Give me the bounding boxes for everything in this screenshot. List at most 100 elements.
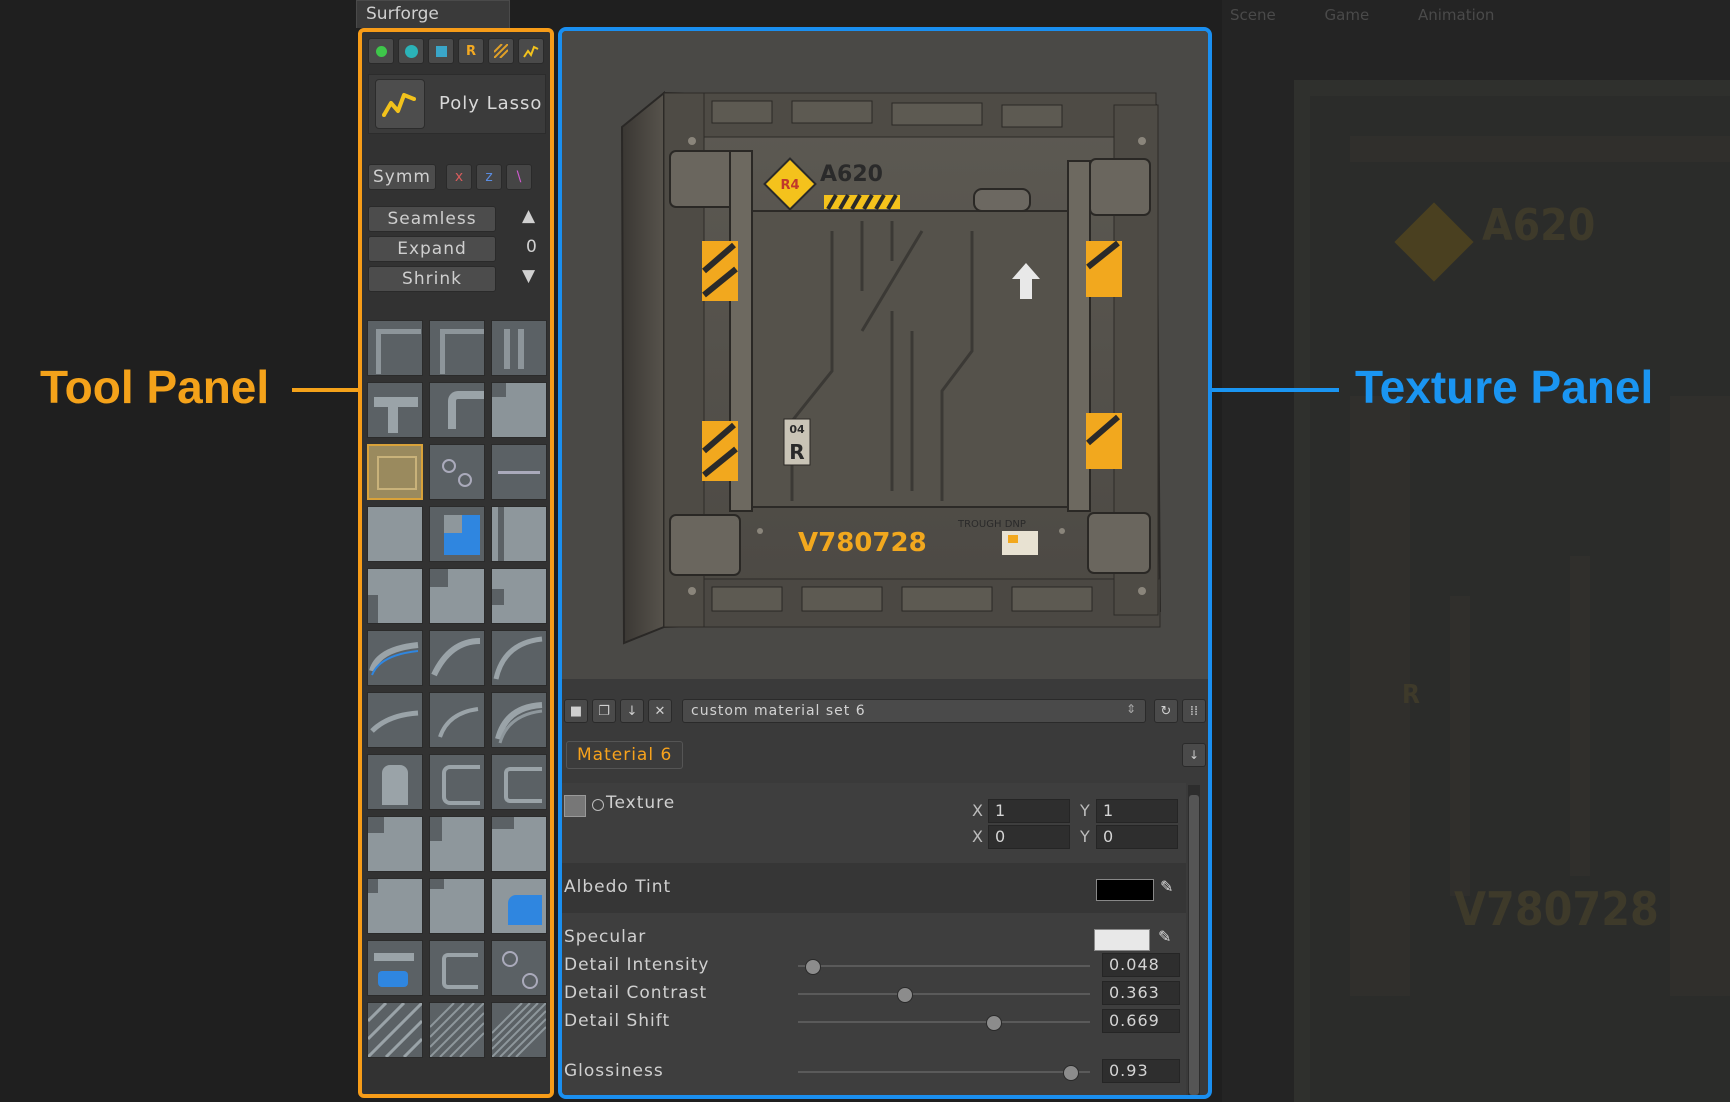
offset-y-label: Y — [1080, 827, 1090, 846]
shape-tile-curve-c[interactable] — [491, 630, 547, 686]
shape-tile-curve-d[interactable] — [367, 692, 423, 748]
shape-tile-bolts[interactable] — [429, 444, 485, 500]
shape-tile-plate-blue-inset[interactable] — [491, 878, 547, 934]
delete-material-icon[interactable]: ✕ — [648, 699, 672, 723]
shape-tile-corner-outer[interactable] — [429, 320, 485, 376]
shape-tile-hatch-a[interactable] — [367, 1002, 423, 1058]
shrink-button[interactable]: Shrink — [368, 266, 496, 292]
shape-tile-blue-pipe[interactable] — [367, 940, 423, 996]
download-material-icon[interactable]: ↓ — [620, 699, 644, 723]
texture-picker-icon[interactable] — [592, 799, 604, 811]
shape-tile-curve-e[interactable] — [429, 692, 485, 748]
current-tool-header: Poly Lasso — [368, 74, 546, 134]
shape-tile-cylinder[interactable] — [367, 754, 423, 810]
duplicate-material-icon[interactable]: ❐ — [592, 699, 616, 723]
material-set-select[interactable]: custom material set 6 ⇕ — [682, 699, 1146, 723]
slider-track-detail-contrast[interactable] — [798, 987, 1090, 1003]
surforge-window-tab[interactable]: Surforge — [356, 0, 510, 28]
background-tabs: Scene Game Animation — [1230, 6, 1730, 24]
background-crate-serial: V780728 — [1454, 882, 1659, 936]
shape-tile-selected-panel[interactable] — [367, 444, 423, 500]
shape-tile-plate-bevel-c[interactable] — [491, 816, 547, 872]
tiling-x-field[interactable]: 1 — [988, 799, 1070, 823]
properties-scrollbar[interactable] — [1188, 785, 1200, 1095]
shape-tile-pipe-bend[interactable] — [367, 382, 423, 438]
shape-tile-plate-bevel-b[interactable] — [429, 816, 485, 872]
properties-scroll-thumb[interactable] — [1189, 795, 1199, 1095]
new-material-icon[interactable]: ■ — [564, 699, 588, 723]
shape-tile-blue-channel[interactable] — [429, 506, 485, 562]
shape-tile-double-edge[interactable] — [491, 320, 547, 376]
slider-value-glossiness[interactable]: 0.93 — [1102, 1059, 1180, 1083]
texture-slot-thumbnail[interactable] — [564, 795, 586, 817]
shape-tile-curve-a[interactable] — [367, 630, 423, 686]
hatch-icon[interactable] — [488, 38, 514, 64]
slider-label-detail-shift: Detail Shift — [564, 1011, 671, 1031]
shape-tile-flat-plate[interactable] — [367, 506, 423, 562]
symmetry-button[interactable]: Symm — [368, 164, 436, 190]
shape-tile-bracket-a[interactable] — [429, 754, 485, 810]
shape-tile-curve-b[interactable] — [429, 630, 485, 686]
slider-track-detail-intensity[interactable] — [798, 959, 1090, 975]
shape-tile-pipe-elbow[interactable] — [429, 382, 485, 438]
slider-knob-detail-intensity[interactable] — [805, 959, 822, 975]
slider-value-detail-contrast[interactable]: 0.363 — [1102, 981, 1180, 1005]
albedo-tint-label: Albedo Tint — [564, 877, 672, 897]
texture-preview-viewport[interactable]: R4 A620 04 R V780728 TROUGH DNP — [562, 31, 1208, 679]
crate-sticker-label: TROUGH DNP — [957, 519, 1026, 530]
material-properties: Texture X 1 Y 1 X 0 Y 0 Albedo Tint ✎ Sp… — [562, 783, 1186, 1095]
slider-track-detail-shift[interactable] — [798, 1015, 1090, 1031]
offset-x-field[interactable]: 0 — [988, 825, 1070, 849]
shape-tile-plate-cut[interactable] — [429, 568, 485, 624]
cube-icon[interactable] — [428, 38, 454, 64]
shape-tile-plate-slot[interactable] — [491, 568, 547, 624]
symmetry-z-button[interactable]: z — [476, 164, 502, 190]
shape-tile-panel-notch[interactable] — [491, 382, 547, 438]
shape-tile-bracket-b[interactable] — [491, 754, 547, 810]
specular-eyedropper-icon[interactable]: ✎ — [1158, 927, 1180, 949]
offset-y-field[interactable]: 0 — [1096, 825, 1178, 849]
shape-tile-plate-bevel-e[interactable] — [429, 878, 485, 934]
seamless-button[interactable]: Seamless — [368, 206, 496, 232]
tiling-y-field[interactable]: 1 — [1096, 799, 1178, 823]
refresh-icon[interactable]: ↻ — [1154, 699, 1178, 723]
material-download-icon[interactable]: ↓ — [1182, 743, 1206, 767]
symmetry-diagonal-button[interactable]: \ — [506, 164, 532, 190]
shape-tile-plate-edge[interactable] — [491, 506, 547, 562]
shape-tile-plate-bevel-a[interactable] — [367, 816, 423, 872]
material-tab[interactable]: Material 6 — [566, 741, 684, 769]
expand-value: 0 — [526, 237, 537, 257]
slider-knob-detail-contrast[interactable] — [896, 987, 913, 1003]
shape-tile-corner-inner[interactable] — [367, 320, 423, 376]
shape-tile-hatch-c[interactable] — [491, 1002, 547, 1058]
shape-tile-hatch-b[interactable] — [429, 1002, 485, 1058]
select-chevron-icon: ⇕ — [1125, 702, 1137, 716]
slider-value-detail-shift[interactable]: 0.669 — [1102, 1009, 1180, 1033]
expand-up-arrow-icon[interactable]: ▲ — [522, 206, 535, 226]
teal-sphere-icon[interactable] — [398, 38, 424, 64]
albedo-tint-swatch[interactable] — [1096, 879, 1154, 901]
background-tab-animation: Animation — [1417, 6, 1495, 24]
shape-tile-bracket-c[interactable] — [429, 940, 485, 996]
green-dot-icon[interactable] — [368, 38, 394, 64]
crate-side-tag-number: 04 — [789, 423, 805, 436]
slider-value-detail-intensity[interactable]: 0.048 — [1102, 953, 1180, 977]
expand-button[interactable]: Expand — [368, 236, 496, 262]
poly-lasso-icon[interactable] — [375, 79, 425, 129]
symmetry-x-button[interactable]: x — [446, 164, 472, 190]
poly-lasso-small-icon[interactable] — [518, 38, 544, 64]
shape-tile-wire[interactable] — [491, 444, 547, 500]
shrink-down-arrow-icon[interactable]: ▼ — [522, 266, 535, 286]
tiling-y-label: Y — [1080, 801, 1090, 820]
shape-tile-nodes[interactable] — [491, 940, 547, 996]
slider-track-glossiness[interactable] — [798, 1065, 1090, 1081]
r-mode-icon[interactable]: R — [458, 38, 484, 64]
albedo-eyedropper-icon[interactable]: ✎ — [1160, 877, 1182, 899]
grid-options-icon[interactable]: ⁞⁞ — [1182, 699, 1206, 723]
slider-knob-glossiness[interactable] — [1062, 1065, 1079, 1081]
specular-swatch[interactable] — [1094, 929, 1150, 951]
tool-panel-callout-line — [292, 388, 362, 392]
shape-tile-plate-bevel-d[interactable] — [367, 878, 423, 934]
shape-tile-curve-f[interactable] — [491, 692, 547, 748]
shape-tile-plate-step[interactable] — [367, 568, 423, 624]
